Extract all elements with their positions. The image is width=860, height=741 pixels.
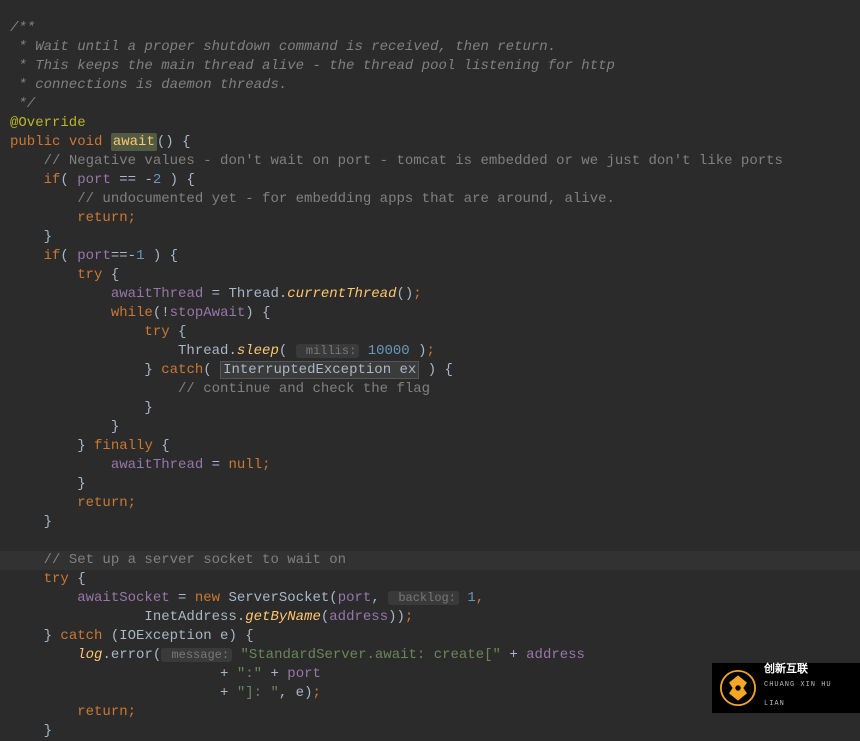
- close-brace: }: [44, 229, 52, 245]
- if-port-minus1: if( port==-1 ) {: [44, 248, 178, 264]
- brand-logo-icon: [720, 670, 756, 706]
- inet-address: InetAddress.getByName(address));: [144, 609, 413, 625]
- comment-undocumented: // undocumented yet - for embedding apps…: [77, 191, 615, 207]
- javadoc-start: /**: [10, 20, 35, 36]
- assign-awaitSocket: awaitSocket = new ServerSocket(port, bac…: [77, 590, 484, 606]
- if-port-minus2: if( port == -2 ) {: [44, 172, 195, 188]
- return-stmt: return;: [77, 704, 136, 720]
- assign-null: awaitThread = null;: [111, 457, 271, 473]
- finally-block: } finally {: [77, 438, 169, 454]
- javadoc-line: * connections is daemon threads.: [10, 77, 287, 93]
- close-brace: }: [44, 723, 52, 739]
- javadoc-line: * This keeps the main thread alive - the…: [10, 58, 615, 74]
- brand-url: CHUANG XIN HU LIAN: [764, 676, 852, 714]
- exception-param: InterruptedException ex: [220, 361, 419, 379]
- concat-line: + ":" + port: [212, 666, 321, 682]
- try-block: try {: [77, 267, 119, 283]
- watermark-badge: 创新互联 CHUANG XIN HU LIAN: [712, 663, 860, 713]
- override-annotation: @Override: [10, 115, 86, 131]
- while-loop: while(!stopAwait) {: [111, 305, 271, 321]
- try-block: try {: [44, 571, 86, 587]
- close-brace: }: [111, 419, 119, 435]
- close-brace: }: [44, 514, 52, 530]
- catch-interrupted: } catch( InterruptedException ex ) {: [144, 361, 452, 379]
- param-hint-message: message:: [161, 648, 232, 662]
- comment-setup-socket: // Set up a server socket to wait on: [44, 552, 346, 568]
- return-stmt: return;: [77, 210, 136, 226]
- comment-continue: // continue and check the flag: [178, 381, 430, 397]
- highlighted-line: // Set up a server socket to wait on: [0, 551, 860, 570]
- return-stmt: return;: [77, 495, 136, 511]
- code-editor[interactable]: /** * Wait until a proper shutdown comma…: [0, 0, 860, 741]
- param-hint-backlog: backlog:: [388, 591, 459, 605]
- close-brace: }: [144, 400, 152, 416]
- brand-name: 创新互联: [764, 662, 852, 676]
- inner-try: try {: [144, 324, 186, 340]
- comment-negative: // Negative values - don't wait on port …: [44, 153, 783, 169]
- method-name-await: await: [111, 133, 157, 151]
- catch-ioexception: } catch (IOException e) {: [44, 628, 254, 644]
- javadoc-line: * Wait until a proper shutdown command i…: [10, 39, 556, 55]
- method-signature: public void await() {: [10, 133, 190, 151]
- thread-sleep: Thread.sleep( millis: 10000 );: [178, 343, 435, 359]
- javadoc-end: */: [10, 96, 35, 112]
- close-brace: }: [77, 476, 85, 492]
- concat-line: + "]: ", e);: [212, 685, 321, 701]
- assign-awaitThread: awaitThread = Thread.currentThread();: [111, 286, 422, 302]
- param-hint-millis: millis:: [296, 344, 360, 358]
- log-error: log.error( message: "StandardServer.awai…: [77, 647, 585, 663]
